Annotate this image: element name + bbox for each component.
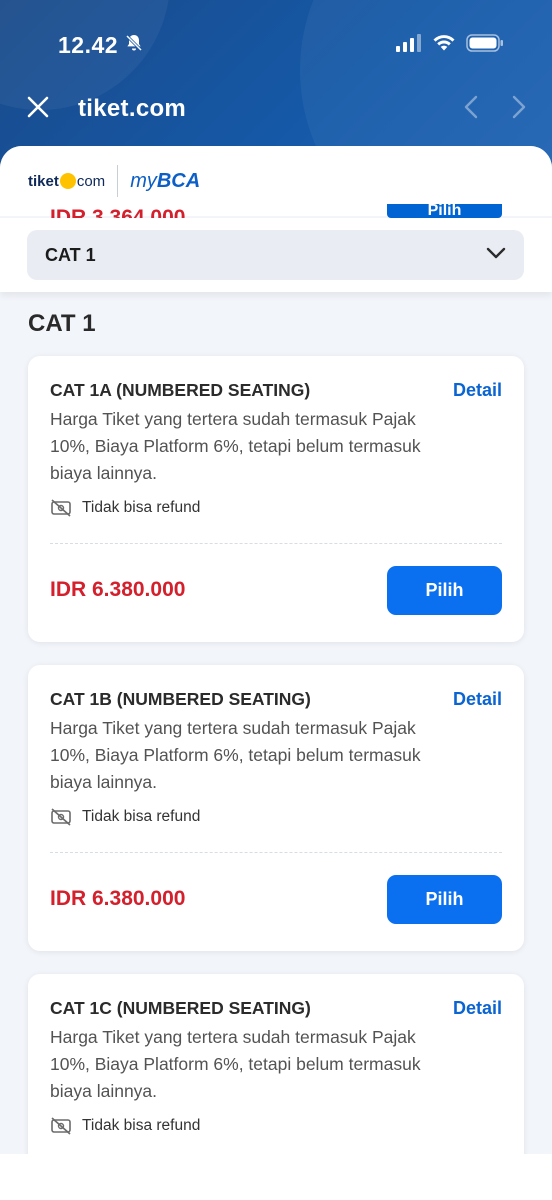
signal-icon [396,33,422,57]
brand-divider [117,165,119,197]
ticket-card: CAT 1B (NUMBERED SEATING) Detail Harga T… [28,665,524,951]
card-divider [50,852,502,853]
ticket-description: Harga Tiket yang tertera sudah termasuk … [50,409,421,483]
refund-info: Tidak bisa refund [50,499,200,517]
browser-title: tiket.com [78,95,187,122]
ticket-description: Harga Tiket yang tertera sudah termasuk … [50,718,421,792]
detail-link[interactable]: Detail [453,998,502,1019]
ticket-price: IDR 6.380.000 [50,887,186,910]
mybca-logo-bca: BCA [156,169,201,192]
close-icon[interactable] [26,95,50,124]
browser-nav: tiket.com [26,88,526,130]
battery-icon [466,33,504,57]
section-title: CAT 1 [28,310,96,337]
no-refund-icon [51,808,71,826]
peek-price: IDR 3.364.000 [50,206,186,218]
chevron-down-icon [486,246,506,264]
back-arrow-icon[interactable] [464,95,478,124]
category-select[interactable]: CAT 1 [27,230,524,280]
filter-bar: CAT 1 [0,218,552,292]
detail-link[interactable]: Detail [453,689,502,710]
pilih-button[interactable]: Pilih [387,875,502,924]
tiket-logo-dot [59,173,76,189]
ticket-price: IDR 6.380.000 [50,578,186,601]
refund-info: Tidak bisa refund [50,808,200,826]
refund-text: Tidak bisa refund [82,808,201,825]
category-select-value: CAT 1 [45,244,96,265]
refund-text: Tidak bisa refund [82,1117,201,1134]
content-sheet: tiket com myBCA IDR 3.364.000 Pilih CAT 1… [0,146,552,1154]
no-refund-icon [51,499,71,517]
previous-card-peek: IDR 3.364.000 Pilih [0,204,552,218]
ticket-title: CAT 1A (NUMBERED SEATING) [50,380,311,400]
ticket-description: Harga Tiket yang tertera sudah termasuk … [50,1027,421,1101]
bell-off-icon [124,33,144,58]
forward-arrow-icon[interactable] [512,95,526,124]
mybca-logo: myBCA [130,170,200,193]
ticket-card: CAT 1C (NUMBERED SEATING) Detail Harga T… [28,974,524,1154]
tiket-logo: tiket com [28,173,105,190]
bottom-safe-area [0,1154,552,1200]
mybca-logo-my: my [130,169,157,192]
refund-info: Tidak bisa refund [50,1117,200,1135]
peek-pilih-button[interactable]: Pilih [387,204,502,218]
ticket-title: CAT 1B (NUMBERED SEATING) [50,689,311,709]
ticket-title: CAT 1C (NUMBERED SEATING) [50,998,311,1018]
ticket-card: CAT 1A (NUMBERED SEATING) Detail Harga T… [28,356,524,642]
detail-link[interactable]: Detail [453,380,502,401]
pilih-button[interactable]: Pilih [387,566,502,615]
wifi-icon [432,34,456,57]
status-bar: 12.42 [58,30,504,60]
status-time: 12.42 [58,31,119,58]
tiket-logo-com: com [76,172,106,190]
refund-text: Tidak bisa refund [82,499,201,516]
no-refund-icon [51,1117,71,1135]
tiket-logo-text: tiket [28,172,59,190]
card-divider [50,543,502,544]
